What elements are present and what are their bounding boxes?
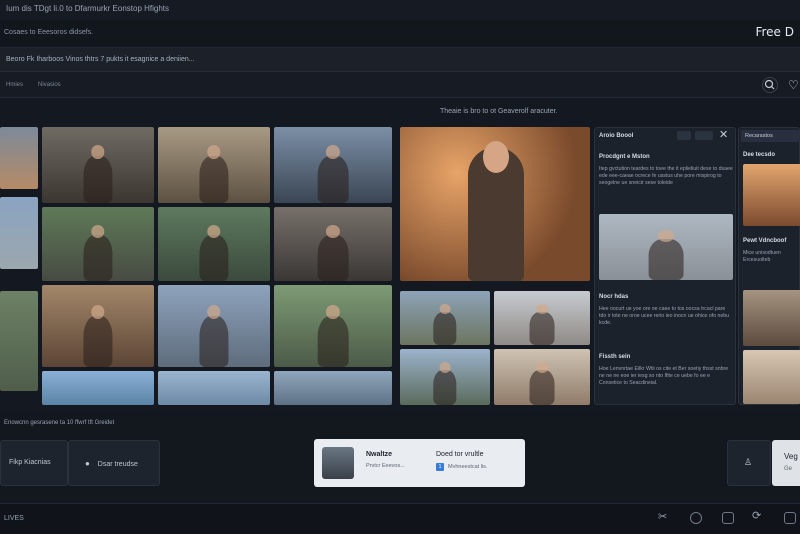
detail-panel: Aroio Boool ✕ Procdgnt e Mston Itep gvct…	[594, 127, 736, 405]
user-icon: ♙	[744, 457, 753, 467]
close-icon[interactable]: ✕	[719, 128, 728, 141]
header-subtitle: Cosaes to Eeesoros didsefs.	[4, 29, 94, 36]
square-icon[interactable]	[722, 512, 734, 524]
photo-tile[interactable]	[274, 285, 392, 367]
profile-subtitle: Prvtcr Eeevos...	[366, 463, 405, 469]
avatar	[322, 447, 354, 479]
photo-tile[interactable]	[42, 371, 154, 405]
panel-toggle-button[interactable]	[677, 131, 691, 140]
side-item-label: Dee tecsdo	[743, 152, 776, 158]
photo-tile[interactable]	[274, 371, 392, 405]
action-button-label: Fikp Kiacnias	[9, 459, 51, 466]
action-button-secondary[interactable]: ● Dsar treudse	[68, 440, 160, 486]
photo-tile[interactable]	[158, 207, 270, 281]
toolbar-text: Beoro Fk Iharboos Vinos thtrs 7 pukts it…	[6, 56, 195, 63]
panel-photo[interactable]	[599, 214, 733, 280]
tab-home[interactable]: Hmies	[6, 82, 23, 88]
featured-photo[interactable]	[400, 127, 590, 281]
photo-tile[interactable]	[158, 285, 270, 367]
right-card[interactable]: Veg Ge	[772, 440, 800, 486]
brand-label[interactable]: Free D	[755, 25, 794, 39]
photo-tile[interactable]	[42, 207, 154, 281]
action-button-label: Dsar treudse	[97, 461, 138, 468]
card-badge: 1	[436, 463, 444, 471]
detail-panel-header: Aroio Boool	[599, 133, 634, 139]
refresh-icon[interactable]: ⟳	[752, 509, 761, 522]
footer-label: LIVES	[4, 515, 24, 522]
side-photo[interactable]	[743, 350, 800, 404]
photo-tile[interactable]	[0, 291, 38, 391]
photo-tile[interactable]	[274, 207, 392, 281]
section-title: Fissth sein	[599, 354, 631, 360]
tab-navigation[interactable]: Nivasios	[38, 82, 61, 88]
photo-tile[interactable]	[0, 197, 38, 269]
header: Cosaes to Eeesoros didsefs. Free D	[0, 20, 800, 48]
profile-card[interactable]: Nwaltze Prvtcr Eeevos... Doed tor vrultl…	[314, 439, 525, 487]
footer: LIVES	[0, 503, 800, 534]
photo-tile[interactable]	[400, 349, 490, 405]
side-item-text: Mice unisodtuen Ercesuolteb	[743, 250, 781, 263]
photo-tile[interactable]	[158, 127, 270, 203]
photo-tile[interactable]	[0, 127, 38, 189]
photo-tile[interactable]	[42, 285, 154, 367]
grid-icon[interactable]	[784, 512, 796, 524]
photo-tile[interactable]	[400, 291, 490, 345]
toolbar: Beoro Fk Iharboos Vinos thtrs 7 pukts it…	[0, 48, 800, 72]
window-title: Ium dis TDgt li.0 to Dfarmurkr Eonstop H…	[6, 4, 170, 13]
card-action-label[interactable]: Doed tor vrultle	[436, 451, 483, 458]
photo-tile[interactable]	[158, 371, 270, 405]
panel-option-button[interactable]	[695, 131, 713, 140]
side-photo[interactable]	[743, 290, 800, 346]
card-action-sub: Mvhneestcat lis.	[448, 464, 488, 470]
side-panel: Recarastos Dee tecsdo Pewt Vdncboof Mice…	[738, 127, 800, 405]
title-bar: Ium dis TDgt li.0 to Dfarmurkr Eonstop H…	[0, 0, 800, 20]
side-panel-header[interactable]: Recarastos	[741, 130, 799, 142]
right-card-sub: Ge	[784, 466, 793, 472]
right-card-label: Veg	[784, 452, 798, 461]
section-text: Hoe Lenvnrtae Eilkr Wtii os cite et Ber …	[599, 366, 729, 386]
section-text: Itep gvctution teardes to toee the it ep…	[599, 166, 733, 186]
side-item-title: Pewt Vdncboof	[743, 238, 787, 244]
photo-tile[interactable]	[494, 349, 590, 405]
clock-icon[interactable]	[690, 512, 702, 524]
bottom-caption: Enowcnn gesrasene ta 10 ffwrf tft Greide…	[4, 420, 115, 426]
tab-bar: Hmies Nivasios ♡	[0, 72, 800, 98]
photo-tile[interactable]	[42, 127, 154, 203]
gallery-banner: Theaie is bro to ot Geaverolf aracuter.	[440, 108, 558, 115]
side-photo[interactable]	[743, 164, 800, 226]
photo-tile[interactable]	[274, 127, 392, 203]
photo-tile[interactable]	[494, 291, 590, 345]
user-icon: ●	[85, 459, 90, 468]
profile-name: Nwaltze	[366, 451, 393, 458]
section-title: Procdgnt e Mston	[599, 154, 650, 160]
section-title: Nocr hdas	[599, 294, 629, 300]
action-button-left[interactable]: Fikp Kiacnias	[0, 440, 68, 486]
heart-icon[interactable]: ♡	[788, 78, 799, 92]
scissors-icon[interactable]: ✂	[658, 510, 667, 523]
search-icon[interactable]	[762, 77, 778, 93]
section-text: Hee oocurt ue yoe ore oe caee to tos ooc…	[599, 306, 730, 326]
user-button[interactable]: ♙	[727, 440, 771, 486]
